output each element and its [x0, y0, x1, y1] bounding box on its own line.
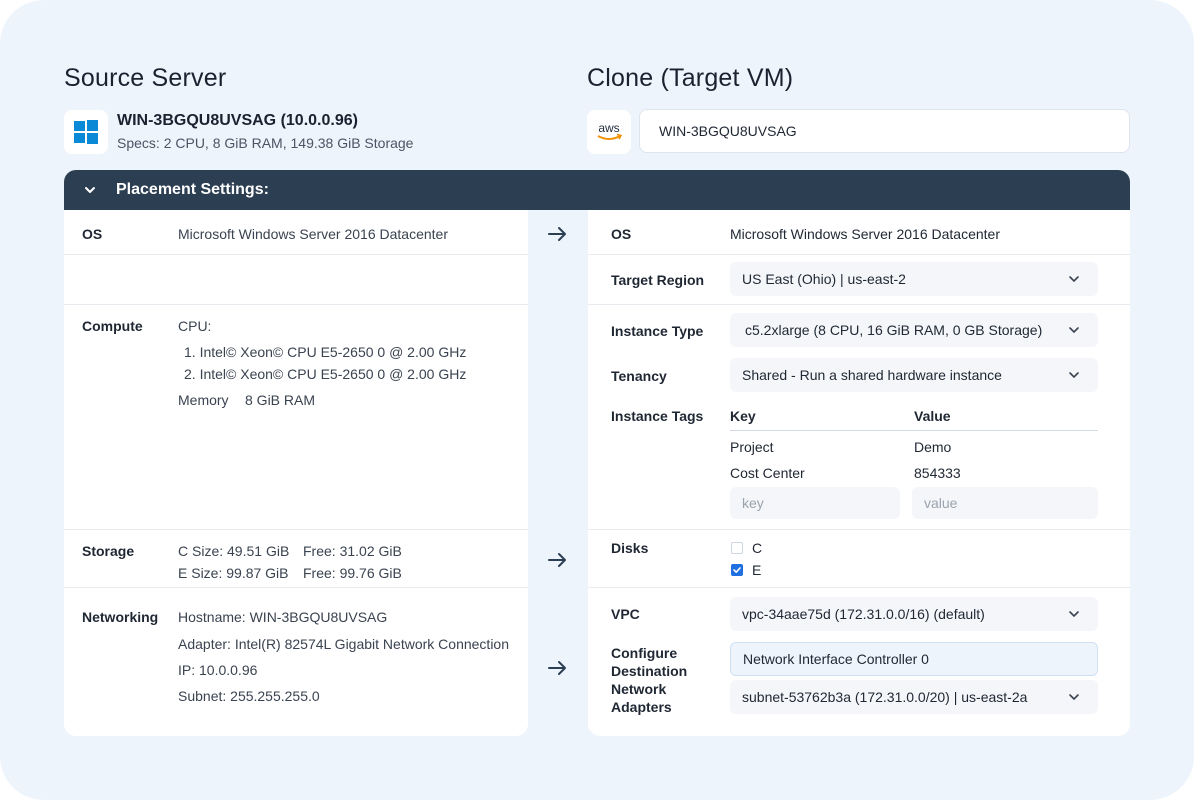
clone-target-title: Clone (Target VM)	[587, 64, 794, 92]
networking-label: Networking	[82, 609, 159, 625]
target-region-select[interactable]: US East (Ohio) | us-east-2	[730, 262, 1098, 296]
target-settings-panel: OS Microsoft Windows Server 2016 Datacen…	[588, 210, 1130, 736]
vpc-label: VPC	[611, 606, 640, 622]
divider	[64, 529, 528, 530]
source-server-title: Source Server	[64, 64, 227, 92]
e-size: E Size: 99.87 GiB	[178, 565, 289, 581]
configure-adapters-line: Network	[611, 681, 667, 697]
tag-value-input[interactable]: value	[912, 487, 1098, 519]
vpc-value: vpc-34aae75d (172.31.0.0/16) (default)	[742, 606, 985, 622]
source-details-panel: OS Microsoft Windows Server 2016 Datacen…	[64, 210, 528, 736]
cpu-item: 2. Intel© Xeon© CPU E5-2650 0 @ 2.00 GHz	[184, 366, 467, 382]
windows-icon	[64, 110, 108, 154]
configure-adapters-line: Adapters	[611, 699, 672, 715]
divider	[588, 529, 1130, 530]
chevron-down-icon	[1069, 276, 1079, 283]
source-server-specs: Specs: 2 CPU, 8 GiB RAM, 149.38 GiB Stor…	[117, 135, 414, 151]
tags-value-header: Value	[914, 408, 951, 424]
memory-label: Memory	[178, 392, 229, 408]
configure-adapters-line: Configure	[611, 645, 678, 661]
tenancy-value: Shared - Run a shared hardware instance	[742, 367, 1002, 383]
arrow-right-icon	[548, 661, 566, 675]
divider	[64, 587, 528, 588]
configure-adapters-line: Destination	[611, 663, 688, 679]
source-os-label: OS	[82, 226, 103, 242]
subnet-mask: Subnet: 255.255.255.0	[178, 688, 320, 704]
disk-c-checkbox[interactable]	[731, 542, 743, 554]
source-os-value: Microsoft Windows Server 2016 Datacenter	[178, 226, 448, 242]
target-region-label: Target Region	[611, 272, 705, 288]
instance-type-label: Instance Type	[611, 323, 704, 339]
chevron-down-icon	[1069, 611, 1079, 618]
memory-value: 8 GiB RAM	[245, 392, 316, 408]
configure-adapters-label: Configure Destination Network Adapters	[611, 644, 687, 716]
disk-e-label: E	[752, 562, 762, 578]
app-frame: Source Server Clone (Target VM) WIN-3BGQ…	[0, 0, 1194, 800]
hostname: Hostname: WIN-3BGQU8UVSAG	[178, 609, 388, 625]
target-region-value: US East (Ohio) | us-east-2	[742, 271, 906, 287]
aws-icon: aws	[587, 110, 631, 154]
tag-key: Cost Center	[730, 465, 805, 481]
compute-label: Compute	[82, 318, 143, 334]
instance-type-select[interactable]: c5.2xlarge (8 CPU, 16 GiB RAM, 0 GB Stor…	[730, 313, 1098, 347]
placement-settings-label: Placement Settings:	[116, 181, 269, 198]
arrow-right-icon	[548, 553, 566, 567]
e-free: Free: 99.76 GiB	[303, 565, 402, 581]
ip-address: IP: 10.0.0.96	[178, 662, 258, 678]
target-os-label: OS	[611, 226, 632, 242]
source-server-name: WIN-3BGQU8UVSAG (10.0.0.96)	[117, 112, 358, 129]
adapter: Adapter: Intel(R) 82574L Gigabit Network…	[178, 636, 509, 652]
chevron-down-icon	[1069, 694, 1079, 701]
arrow-right-icon	[548, 227, 566, 241]
instance-type-value: c5.2xlarge (8 CPU, 16 GiB RAM, 0 GB Stor…	[745, 322, 1043, 338]
chevron-down-icon	[83, 183, 97, 197]
subnet-value: subnet-53762b3a (172.31.0.0/20) | us-eas…	[742, 689, 1028, 705]
disk-c-label: C	[752, 540, 763, 556]
network-interface-controller[interactable]: Network Interface Controller 0	[730, 642, 1098, 676]
disk-e-checkbox[interactable]	[731, 564, 743, 576]
tag-key: Project	[730, 439, 774, 455]
divider	[588, 304, 1130, 305]
tag-value: 854333	[914, 465, 961, 481]
divider	[588, 254, 1130, 255]
tag-value: Demo	[914, 439, 952, 455]
clone-name-input[interactable]: WIN-3BGQU8UVSAG	[639, 109, 1130, 153]
divider	[730, 430, 1098, 431]
aws-icon-text: aws	[598, 121, 619, 135]
tag-key-input[interactable]: key	[730, 487, 900, 519]
instance-tags-label: Instance Tags	[611, 408, 704, 424]
cpu-label: CPU:	[178, 318, 212, 334]
storage-label: Storage	[82, 543, 135, 559]
placement-settings-toggle[interactable]: Placement Settings:	[64, 170, 1130, 210]
checkmark-icon	[733, 567, 741, 573]
chevron-down-icon	[1069, 372, 1079, 379]
tenancy-label: Tenancy	[611, 368, 667, 384]
target-os-value: Microsoft Windows Server 2016 Datacenter	[730, 226, 1000, 242]
tenancy-select[interactable]: Shared - Run a shared hardware instance	[730, 358, 1098, 392]
chevron-down-icon	[1069, 327, 1079, 334]
vpc-select[interactable]: vpc-34aae75d (172.31.0.0/16) (default)	[730, 597, 1098, 631]
tags-key-header: Key	[730, 408, 756, 424]
divider	[64, 304, 528, 305]
divider	[588, 587, 1130, 588]
c-free: Free: 31.02 GiB	[303, 543, 402, 559]
divider	[64, 254, 528, 255]
c-size: C Size: 49.51 GiB	[178, 543, 290, 559]
subnet-select[interactable]: subnet-53762b3a (172.31.0.0/20) | us-eas…	[730, 680, 1098, 714]
disks-label: Disks	[611, 540, 649, 556]
cpu-item: 1. Intel© Xeon© CPU E5-2650 0 @ 2.00 GHz	[184, 344, 467, 360]
